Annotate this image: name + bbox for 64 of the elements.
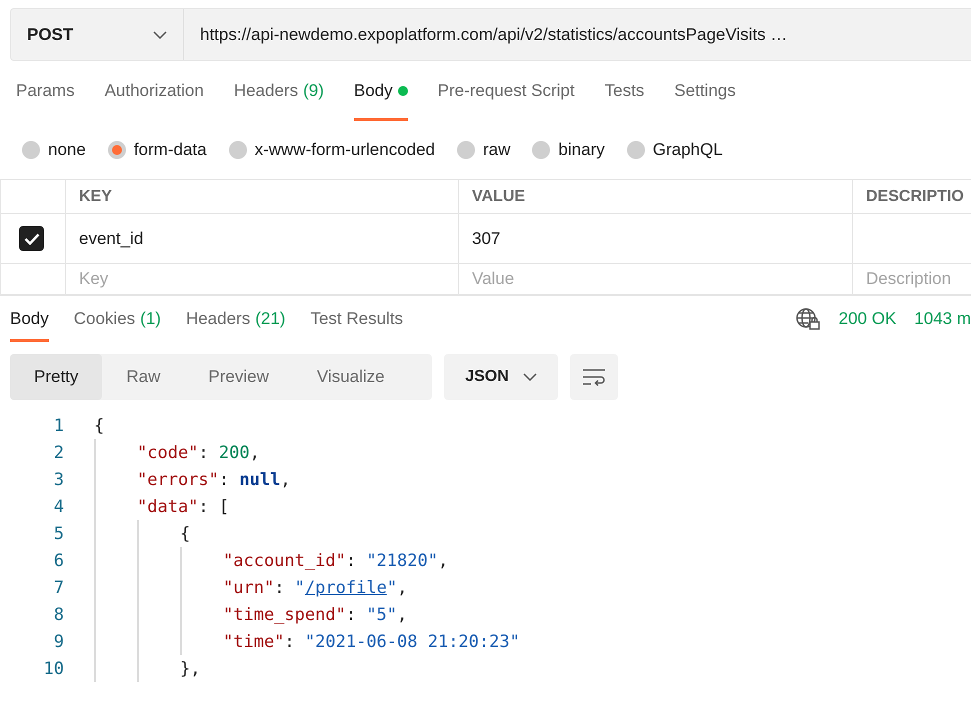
request-tab[interactable]: Params — [16, 61, 75, 121]
code-line: "data": [ — [137, 496, 230, 518]
radio-label: GraphQL — [652, 140, 723, 160]
request-tab[interactable]: Headers (9) — [234, 61, 324, 121]
code-line: { — [94, 414, 104, 438]
method-dropdown[interactable]: POST — [11, 9, 184, 60]
response-tab[interactable]: Body — [10, 296, 49, 342]
response-time: 1043 m — [914, 309, 971, 329]
radio-label: raw — [483, 140, 510, 160]
line-number: 3 — [52, 470, 64, 490]
chevron-down-icon — [522, 373, 537, 381]
radio-button[interactable] — [457, 141, 476, 159]
request-tab[interactable]: Pre-request Script — [438, 61, 575, 121]
line-number: 6 — [52, 550, 64, 570]
code-line: "time": "2021-06-08 21:20:23" — [223, 630, 520, 654]
request-tab[interactable]: Settings — [674, 61, 736, 121]
radio-label: binary — [558, 140, 605, 160]
radio-label: none — [48, 140, 86, 160]
line-number: 10 — [42, 658, 64, 678]
checkbox[interactable] — [19, 226, 44, 251]
code-line: { — [180, 522, 190, 546]
response-tab[interactable]: Cookies (1) — [74, 296, 161, 342]
response-tab[interactable]: Test Results — [310, 296, 404, 342]
wrap-lines-icon — [582, 368, 606, 386]
line-number: 7 — [52, 578, 64, 598]
radio-label: form-data — [134, 140, 207, 160]
column-header: DESCRIPTIO — [866, 188, 964, 206]
radio-button[interactable] — [626, 141, 645, 159]
code-line: }, — [180, 658, 200, 680]
response-tab[interactable]: Headers (21) — [186, 296, 286, 342]
format-dropdown[interactable]: JSON — [444, 354, 558, 400]
code-line: "errors": null, — [137, 468, 291, 492]
request-tab[interactable]: Body — [354, 61, 408, 121]
url-field[interactable]: https://api-newdemo.expoplatform.com/api/v2/statistics/accountsPageVisits … — [184, 9, 971, 60]
view-mode-button[interactable]: Pretty — [10, 354, 102, 400]
globe-lock-icon[interactable] — [794, 307, 821, 331]
request-tab[interactable]: Authorization — [104, 61, 204, 121]
radio-button[interactable] — [108, 141, 126, 159]
radio-button[interactable] — [228, 141, 247, 159]
table-cell: event_id — [79, 228, 144, 248]
line-number: 4 — [52, 496, 64, 516]
view-mode-button[interactable]: Preview — [184, 354, 293, 400]
view-mode-button[interactable]: Visualize — [292, 354, 409, 400]
radio-button[interactable] — [22, 141, 40, 159]
request-tab[interactable]: Tests — [604, 61, 644, 121]
column-header: VALUE — [472, 188, 526, 206]
line-number: 9 — [52, 632, 64, 652]
view-mode-button[interactable]: Raw — [102, 354, 184, 400]
wrap-lines-button[interactable] — [570, 354, 618, 400]
table-cell: 307 — [472, 228, 500, 248]
checkmark-icon — [24, 232, 40, 244]
line-number: 1 — [52, 416, 64, 436]
radio-label: x-www-form-urlencoded — [254, 140, 436, 160]
line-number: 8 — [52, 604, 64, 624]
chevron-down-icon — [153, 30, 167, 38]
line-number: 5 — [52, 524, 64, 544]
radio-button[interactable] — [532, 141, 550, 159]
code-line: "urn": "/profile", — [223, 576, 408, 600]
code-line: "time_spend": "5", — [223, 604, 408, 626]
code-line: "code": 200, — [137, 442, 260, 464]
column-header: KEY — [79, 188, 112, 206]
code-line: "account_id": "21820", — [223, 550, 448, 572]
line-number: 2 — [52, 442, 64, 462]
status-text: 200 OK — [838, 309, 896, 329]
